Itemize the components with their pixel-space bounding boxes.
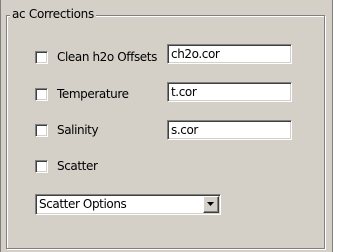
dropdown-button[interactable] bbox=[203, 196, 219, 213]
chevron-down-icon bbox=[207, 202, 214, 206]
scatter-checkbox[interactable] bbox=[35, 160, 48, 173]
temperature-file-input[interactable]: t.cor bbox=[167, 82, 292, 102]
groupbox-title: ac Corrections bbox=[10, 7, 96, 21]
salinity-label[interactable]: Salinity bbox=[57, 122, 99, 138]
temperature-label[interactable]: Temperature bbox=[57, 86, 129, 102]
temperature-checkbox[interactable] bbox=[35, 88, 48, 101]
clean-h2o-checkbox[interactable] bbox=[35, 51, 48, 64]
salinity-checkbox[interactable] bbox=[35, 124, 48, 137]
scatter-options-selected: Scatter Options bbox=[39, 197, 127, 211]
scatter-label[interactable]: Scatter bbox=[57, 158, 98, 174]
corrections-panel: ac Corrections Clean h2o Offsets ch2o.co… bbox=[0, 0, 333, 252]
clean-h2o-label[interactable]: Clean h2o Offsets bbox=[57, 49, 157, 65]
scatter-options-select[interactable]: Scatter Options bbox=[35, 194, 221, 215]
salinity-file-input[interactable]: s.cor bbox=[167, 120, 292, 140]
clean-h2o-file-input[interactable]: ch2o.cor bbox=[167, 44, 292, 64]
